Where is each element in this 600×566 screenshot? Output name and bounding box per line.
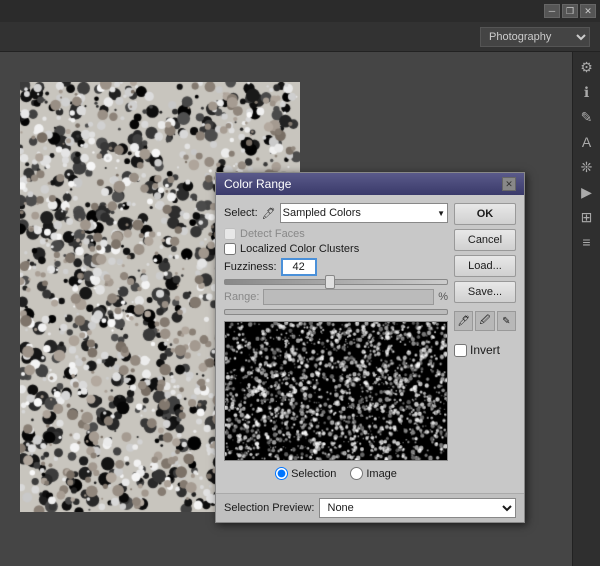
dialog-title: Color Range (224, 177, 291, 191)
selection-radio[interactable] (275, 467, 288, 480)
panel-icon-edit[interactable]: ✎ (576, 106, 598, 128)
dialog-titlebar: Color Range ✕ (216, 173, 524, 195)
eyedropper-icon: 🖊 (262, 207, 276, 220)
canvas-area: Color Range ✕ Select: 🖊 Sampled Colors ▼ (0, 52, 572, 566)
dialog-overlay: Color Range ✕ Select: 🖊 Sampled Colors ▼ (0, 52, 572, 566)
preview-container (224, 321, 448, 461)
minimize-button[interactable]: ─ (544, 4, 560, 18)
subtract-eyedropper-button[interactable]: ✎ (497, 311, 516, 331)
panel-icon-grid[interactable]: ⊞ (576, 206, 598, 228)
dialog-buttons: OK Cancel Load... Save... 🖊 🖉 ✎ (454, 203, 516, 485)
fuzziness-slider-track (224, 279, 448, 285)
detect-faces-label: Detect Faces (240, 228, 305, 240)
range-label: Range: (224, 291, 259, 303)
selection-preview-row: Selection Preview: None (216, 493, 524, 522)
panel-icon-text[interactable]: A (576, 131, 598, 153)
cancel-button[interactable]: Cancel (454, 229, 516, 251)
close-button[interactable]: ✕ (580, 4, 596, 18)
eyedropper-tools: 🖊 🖉 ✎ (454, 311, 516, 331)
detect-faces-row: Detect Faces (224, 228, 448, 240)
right-panel: ⚙ ℹ ✎ A ❊ ▶ ⊞ ≡ (572, 52, 600, 566)
panel-icon-menu[interactable]: ≡ (576, 231, 598, 253)
panel-icon-effects[interactable]: ❊ (576, 156, 598, 178)
title-bar: ─ ❒ ✕ (0, 0, 600, 22)
panel-icon-info[interactable]: ℹ (576, 81, 598, 103)
dialog-close-button[interactable]: ✕ (502, 177, 516, 191)
select-row: Select: 🖊 Sampled Colors ▼ (224, 203, 448, 223)
localized-clusters-checkbox[interactable] (224, 243, 236, 255)
fuzziness-row: Fuzziness: 42 (224, 258, 448, 276)
dialog-body: Select: 🖊 Sampled Colors ▼ Detect Faces (216, 195, 524, 493)
panel-icon-settings[interactable]: ⚙ (576, 56, 598, 78)
workspace: Color Range ✕ Select: 🖊 Sampled Colors ▼ (0, 52, 600, 566)
color-range-dialog: Color Range ✕ Select: 🖊 Sampled Colors ▼ (215, 172, 525, 523)
select-dropdown[interactable]: Sampled Colors ▼ (280, 203, 448, 223)
select-label: Select: (224, 207, 258, 219)
selection-radio-option[interactable]: Selection (275, 467, 336, 480)
radio-row: Selection Image (224, 467, 448, 480)
range-row: Range: % (224, 289, 448, 305)
save-button[interactable]: Save... (454, 281, 516, 303)
selection-label: Selection (291, 468, 336, 480)
top-bar: Photography (0, 22, 600, 52)
workspace-select[interactable]: Photography (480, 27, 590, 47)
dialog-main: Select: 🖊 Sampled Colors ▼ Detect Faces (224, 203, 448, 485)
selection-preview-label: Selection Preview: (224, 502, 315, 514)
select-arrow-icon: ▼ (437, 209, 445, 218)
restore-button[interactable]: ❒ (562, 4, 578, 18)
localized-clusters-row: Localized Color Clusters (224, 243, 448, 255)
select-value: Sampled Colors (283, 207, 361, 219)
range-input (263, 289, 434, 305)
fuzziness-slider-thumb[interactable] (325, 275, 335, 289)
fuzziness-input[interactable]: 42 (281, 258, 317, 276)
invert-label: Invert (470, 343, 500, 357)
image-radio-option[interactable]: Image (350, 467, 397, 480)
localized-clusters-label: Localized Color Clusters (240, 243, 359, 255)
panel-icon-play[interactable]: ▶ (576, 181, 598, 203)
ok-button[interactable]: OK (454, 203, 516, 225)
selection-preview-select[interactable]: None (319, 498, 517, 518)
fuzziness-label: Fuzziness: (224, 261, 277, 273)
range-pct: % (438, 291, 448, 303)
range-slider-track (224, 309, 448, 315)
image-radio[interactable] (350, 467, 363, 480)
image-label: Image (366, 468, 397, 480)
detect-faces-checkbox[interactable] (224, 228, 236, 240)
add-eyedropper-button[interactable]: 🖉 (475, 311, 494, 331)
invert-checkbox[interactable] (454, 344, 467, 357)
invert-row: Invert (454, 343, 516, 357)
load-button[interactable]: Load... (454, 255, 516, 277)
preview-canvas (225, 322, 447, 460)
eyedropper-button[interactable]: 🖊 (454, 311, 473, 331)
